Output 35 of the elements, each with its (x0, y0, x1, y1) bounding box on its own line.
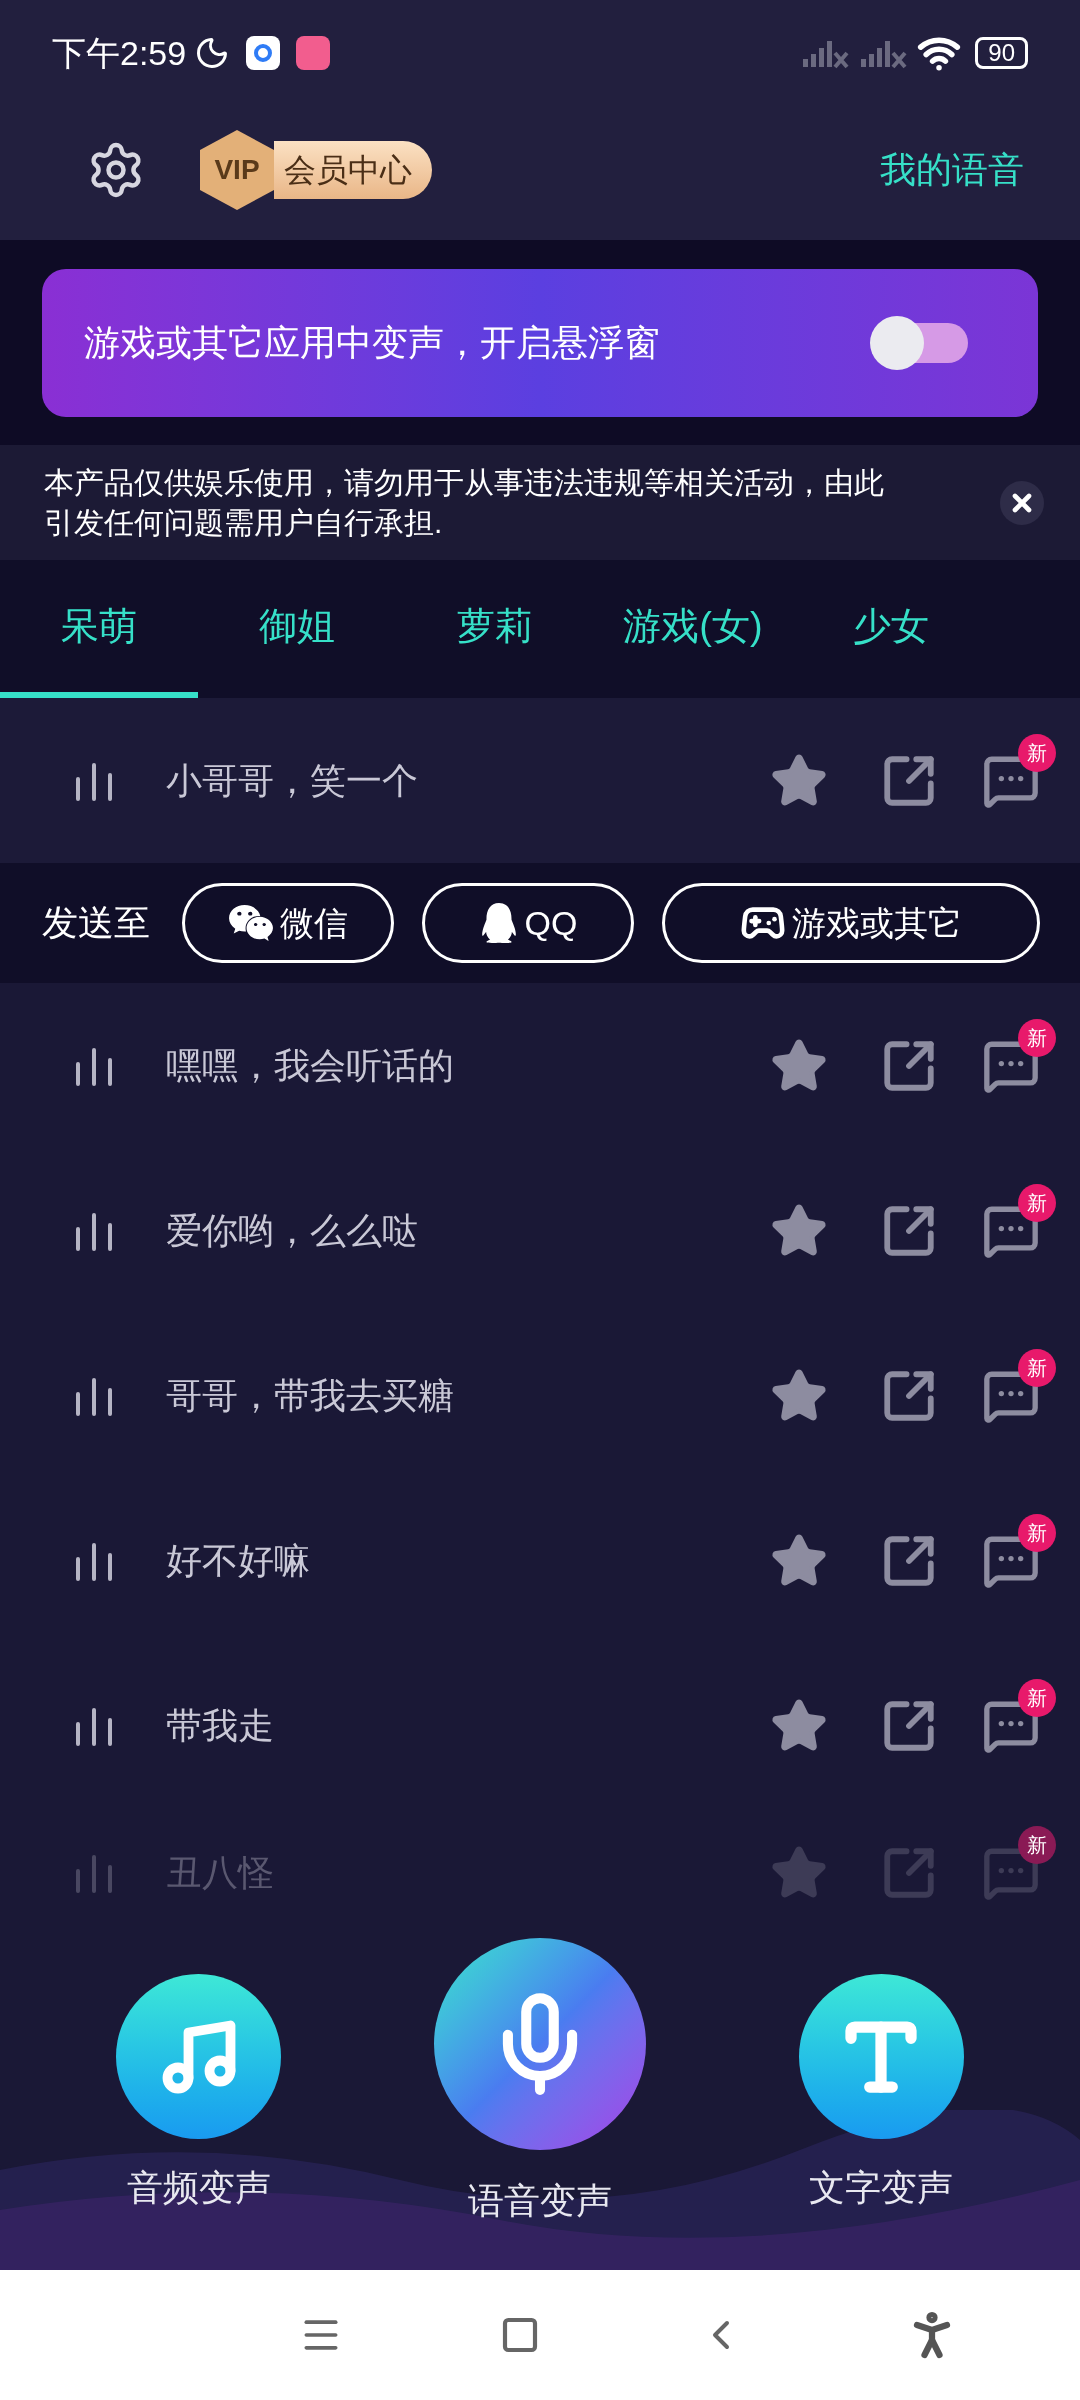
category-tab[interactable]: 少女 (792, 560, 990, 698)
app-icon (246, 36, 281, 70)
category-tab[interactable]: 游戏(女) (594, 560, 792, 698)
new-badge: 新 (1018, 1018, 1056, 1057)
category-tab[interactable]: 御姐 (198, 560, 396, 698)
voice-title[interactable]: 好不好嘛 (166, 1533, 770, 1588)
new-badge: 新 (1018, 1826, 1056, 1864)
category-tab[interactable]: 萝莉 (396, 560, 594, 698)
send-to-label: 发送至 (42, 901, 150, 945)
voice-title[interactable]: 爱你哟，么么哒 (166, 1203, 770, 1258)
new-badge: 新 (1018, 1348, 1056, 1387)
voice-mode-label: 文字变声 (809, 2166, 954, 2210)
floating-window-toggle[interactable] (870, 315, 968, 370)
status-time: 下午2:59 (52, 32, 187, 74)
voice-mode-label: 音频变声 (126, 2166, 271, 2210)
disclaimer-text: 本产品仅供娱乐使用，请勿用于从事违法违规等相关活动，由此引发任何问题需用户自行承担. (44, 464, 885, 541)
close-button[interactable] (1000, 480, 1044, 525)
share-target-button[interactable]: 微信 (182, 883, 394, 963)
vip-center-button[interactable]: 会员中心 (274, 141, 432, 199)
new-badge: 新 (1018, 733, 1056, 772)
voice-title[interactable]: 小哥哥，笑一个 (166, 753, 770, 808)
new-badge: 新 (1018, 1678, 1056, 1717)
voice-title[interactable]: 哥哥，带我去买糖 (166, 1368, 770, 1423)
share-target-button[interactable]: QQ (422, 883, 634, 963)
new-badge: 新 (1018, 1183, 1056, 1222)
new-badge: 新 (1018, 1513, 1056, 1552)
voice-title[interactable]: 嘿嘿，我会听话的 (166, 1038, 770, 1093)
share-target-button[interactable]: 游戏或其它 (662, 883, 1040, 963)
voice-title[interactable]: 带我走 (166, 1698, 770, 1753)
my-voice-link[interactable]: 我的语音 (880, 143, 1024, 197)
voice-mode-label: 语音变声 (468, 2179, 612, 2223)
banner-text: 游戏或其它应用中变声，开启悬浮窗 (84, 320, 661, 365)
vip-badge[interactable]: VIP (200, 130, 274, 210)
app-icon (296, 36, 331, 70)
battery-indicator: 90 (975, 37, 1028, 69)
